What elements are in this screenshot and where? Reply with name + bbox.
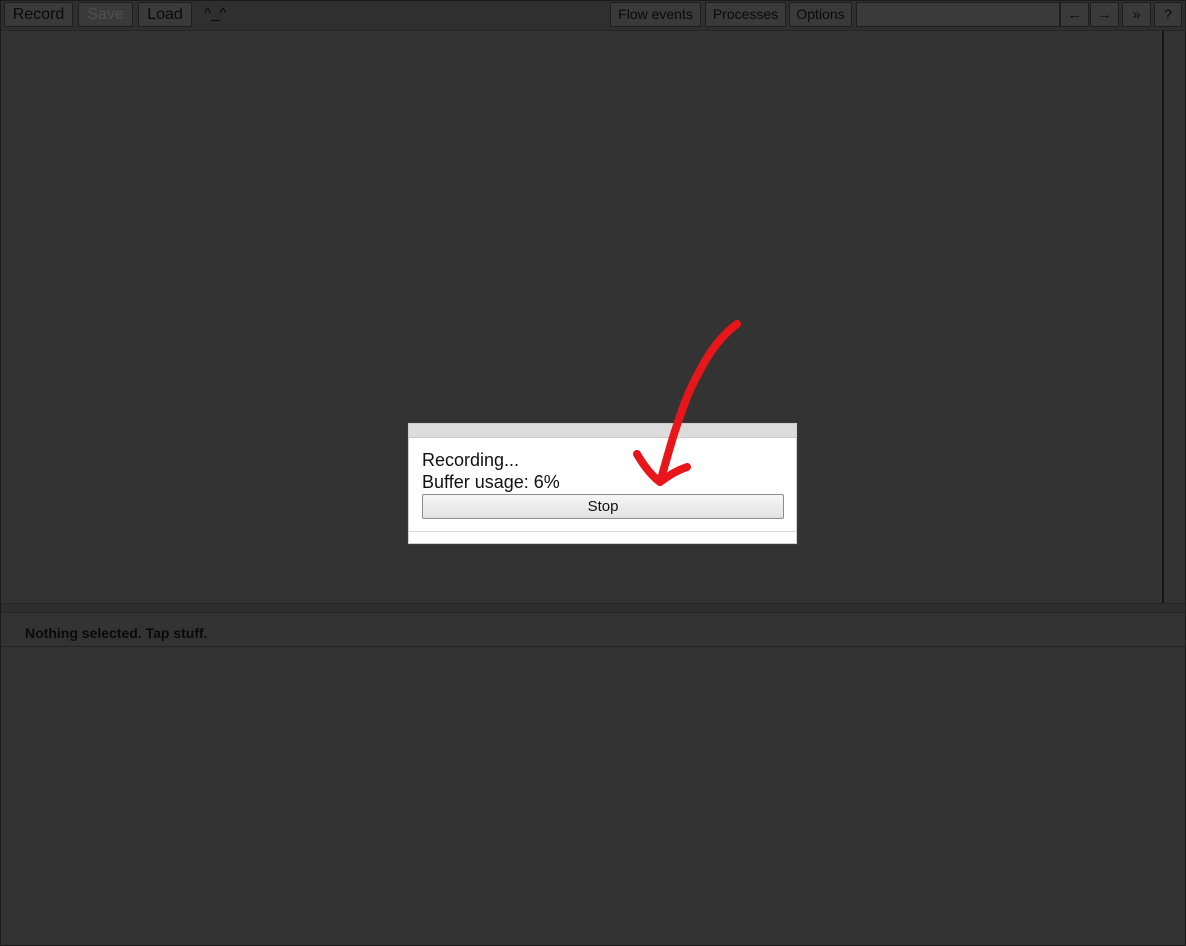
timeline-scrollbar[interactable]	[1162, 31, 1164, 603]
dialog-titlebar	[409, 424, 796, 438]
analysis-panel-header: Nothing selected. Tap stuff.	[1, 613, 1185, 647]
stop-button[interactable]: Stop	[422, 494, 784, 519]
processes-button[interactable]: Processes	[705, 2, 786, 27]
more-button[interactable]: »	[1122, 2, 1151, 27]
load-button[interactable]: Load	[138, 2, 192, 27]
toolbar: Record Save Load ^_^ Flow events Process…	[0, 0, 1186, 31]
analysis-panel	[1, 648, 1185, 945]
arrow-left-icon: ←	[1067, 6, 1082, 22]
options-button[interactable]: Options	[789, 2, 852, 27]
record-button[interactable]: Record	[4, 2, 73, 27]
recording-dialog: Recording... Buffer usage: 6% Stop	[408, 423, 797, 544]
save-button[interactable]: Save	[78, 2, 133, 27]
panel-resize-handle[interactable]	[0, 603, 1186, 613]
recording-status-text: Recording...	[422, 450, 520, 470]
dialog-footer-divider	[409, 531, 796, 532]
flow-events-button[interactable]: Flow events	[610, 2, 701, 27]
help-button[interactable]: ?	[1154, 2, 1182, 27]
buffer-usage-text: Buffer usage: 6%	[422, 472, 560, 492]
arrow-right-icon: →	[1097, 6, 1112, 22]
help-icon: ?	[1164, 6, 1172, 22]
find-next-button[interactable]: →	[1090, 2, 1119, 27]
emoticon-label: ^_^	[204, 5, 227, 22]
find-previous-button[interactable]: ←	[1060, 2, 1089, 27]
selection-status-text: Nothing selected. Tap stuff.	[25, 625, 208, 641]
search-input[interactable]	[856, 2, 1060, 27]
double-chevron-right-icon: »	[1132, 6, 1141, 22]
